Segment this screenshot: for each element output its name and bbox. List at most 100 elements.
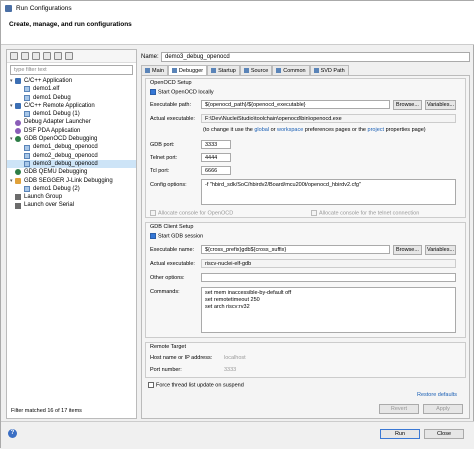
window-title: Run Configurations (16, 4, 72, 12)
filter-input[interactable]: type filter text (10, 65, 133, 75)
tree-item-label: demo1.elf (33, 86, 60, 93)
tree-config-item[interactable]: demo1.elf (7, 85, 136, 93)
c-remote-icon (15, 103, 21, 110)
checkbox-unchecked-icon (148, 382, 154, 388)
host-value[interactable]: localhost (224, 355, 246, 361)
command-line: set remotetimeout 250 (205, 297, 260, 303)
workspace-link[interactable]: workspace (277, 127, 303, 133)
close-button[interactable]: Close (424, 429, 464, 439)
tree-category[interactable]: GDB QEMU Debugging (7, 168, 136, 176)
tab-common[interactable]: Common (272, 65, 310, 75)
config-tree: ▾ C/C++ Application demo1.elf demo1 Debug ▾ C… (7, 77, 136, 210)
run-button[interactable]: Run (380, 429, 420, 439)
gdb-icon (15, 136, 21, 143)
dialog-banner: Create, manage, and run configurations (1, 15, 474, 45)
debugger-tab-icon (171, 68, 177, 73)
tree-item-label: Launch over Serial (24, 202, 75, 209)
openocd-actual-label: Actual executable: (150, 116, 195, 122)
tree-config-item[interactable]: demo3_debug_openocd (7, 159, 136, 169)
start-openocd-checkbox[interactable]: Start OpenOCD locally (150, 89, 214, 95)
filter-icon[interactable] (65, 52, 73, 60)
tree-category[interactable]: Launch over Serial (7, 201, 136, 209)
remote-target-group: Remote Target Host name or IP address: l… (145, 342, 466, 378)
openocd-variables-button[interactable]: Variables... (425, 100, 456, 110)
tree-config-item[interactable]: demo1 Debug (1) (7, 110, 136, 118)
tree-category[interactable]: Debug Adapter Launcher (7, 118, 136, 126)
openocd-exec-input[interactable]: ${openocd_path}/${openocd_executable} (201, 100, 390, 109)
openocd-browse-button[interactable]: Browse... (393, 100, 422, 110)
tab-startup[interactable]: Startup (207, 65, 240, 75)
config-options-textarea[interactable]: -f "hbird_sdk/SoC/hbirdv2/Board/mcu200t/… (201, 179, 456, 205)
commands-textarea[interactable]: set mem inaccessible-by-default off set … (201, 287, 456, 333)
collapse-all-icon[interactable] (54, 52, 62, 60)
checkbox-checked-icon (150, 89, 156, 95)
name-label: Name: (141, 53, 159, 60)
gdb-variables-button[interactable]: Variables... (425, 245, 456, 255)
tree-item-label: C/C++ Remote Application (24, 102, 95, 109)
tree-item-label: demo1 Debug (2) (33, 185, 80, 192)
tree-status: Filter matched 16 of 17 items (11, 408, 82, 414)
tcl-port-input[interactable]: 6666 (201, 166, 231, 175)
alloc-openocd-console-checkbox[interactable]: Allocate console for OpenOCD (150, 210, 233, 216)
qemu-icon (15, 169, 21, 176)
run-configurations-window: Run Configurations Create, manage, and r… (0, 0, 474, 449)
startup-tab-icon (211, 68, 217, 73)
tab-source[interactable]: Source (239, 65, 273, 75)
start-gdb-checkbox[interactable]: Start GDB session (150, 233, 203, 239)
revert-button[interactable]: Revert (379, 404, 419, 414)
config-options-label: Config options: (150, 182, 187, 188)
tree-config-item[interactable]: demo2_debug_openocd (7, 152, 136, 160)
tree-config-item[interactable]: demo1 Debug (2) (7, 185, 136, 193)
tree-category[interactable]: DSF PDA Application (7, 127, 136, 135)
name-input[interactable]: demo3_debug_openocd (161, 51, 470, 62)
global-link[interactable]: global (254, 127, 269, 133)
tree-config-item[interactable]: demo1_debug_openocd (7, 143, 136, 151)
export-icon[interactable] (32, 52, 40, 60)
port-value[interactable]: 3333 (224, 367, 236, 373)
gdb-port-input[interactable]: 3333 (201, 140, 231, 149)
segger-icon (15, 177, 21, 184)
tree-category[interactable]: Launch Group (7, 193, 136, 201)
gdb-exec-input[interactable]: ${cross_prefix}gdb${cross_suffix} (201, 245, 390, 254)
openocd-pref-hint: (to change it use the global or workspac… (203, 127, 426, 133)
common-tab-icon (276, 68, 282, 73)
help-icon[interactable]: ? (8, 429, 17, 438)
tree-category[interactable]: ▾ C/C++ Application (7, 77, 136, 85)
config-tree-pane: type filter text ▾ C/C++ Application demo1… (6, 49, 137, 419)
svd-tab-icon (313, 68, 319, 73)
config-icon (24, 152, 30, 159)
commands-label: Commands: (150, 289, 180, 295)
telnet-port-label: Telnet port: (150, 155, 178, 161)
project-link[interactable]: project (368, 127, 385, 133)
tree-category[interactable]: ▾ GDB OpenOCD Debugging (7, 135, 136, 143)
restore-defaults-link[interactable]: Restore defaults (417, 392, 457, 398)
tree-toolbar (7, 50, 136, 63)
tree-item-label: demo1_debug_openocd (33, 144, 98, 151)
title-bar: Run Configurations (1, 1, 474, 15)
duplicate-icon[interactable] (21, 52, 29, 60)
tab-svd-path[interactable]: SVD Path (309, 65, 349, 75)
gdb-browse-button[interactable]: Browse... (393, 245, 422, 255)
other-options-label: Other options: (150, 275, 185, 281)
tab-bar: Main Debugger Startup Source Common SVD … (141, 65, 349, 75)
openocd-exec-label: Executable path: (150, 102, 191, 108)
telnet-port-input[interactable]: 4444 (201, 153, 231, 162)
tab-main[interactable]: Main (141, 65, 168, 75)
gdb-group-title: GDB Client Setup (150, 224, 194, 230)
tree-category[interactable]: ▾ GDB SEGGER J-Link Debugging (7, 177, 136, 185)
new-config-icon[interactable] (10, 52, 18, 60)
apply-button[interactable]: Apply (423, 404, 463, 414)
tree-config-item[interactable]: demo1 Debug (7, 94, 136, 102)
delete-icon[interactable] (43, 52, 51, 60)
tree-category[interactable]: ▾ C/C++ Remote Application (7, 102, 136, 110)
other-options-input[interactable] (201, 273, 456, 282)
alloc-telnet-console-checkbox[interactable]: Allocate console for the telnet connecti… (311, 210, 419, 216)
config-icon (24, 186, 30, 192)
port-label: Port number: (150, 367, 182, 373)
config-icon (24, 144, 30, 151)
tab-debugger[interactable]: Debugger (167, 65, 208, 75)
force-thread-checkbox[interactable]: Force thread list update on suspend (148, 382, 244, 388)
tree-item-label: DSF PDA Application (24, 127, 81, 134)
c-app-icon (15, 78, 21, 85)
tree-item-label: C/C++ Application (24, 78, 73, 84)
